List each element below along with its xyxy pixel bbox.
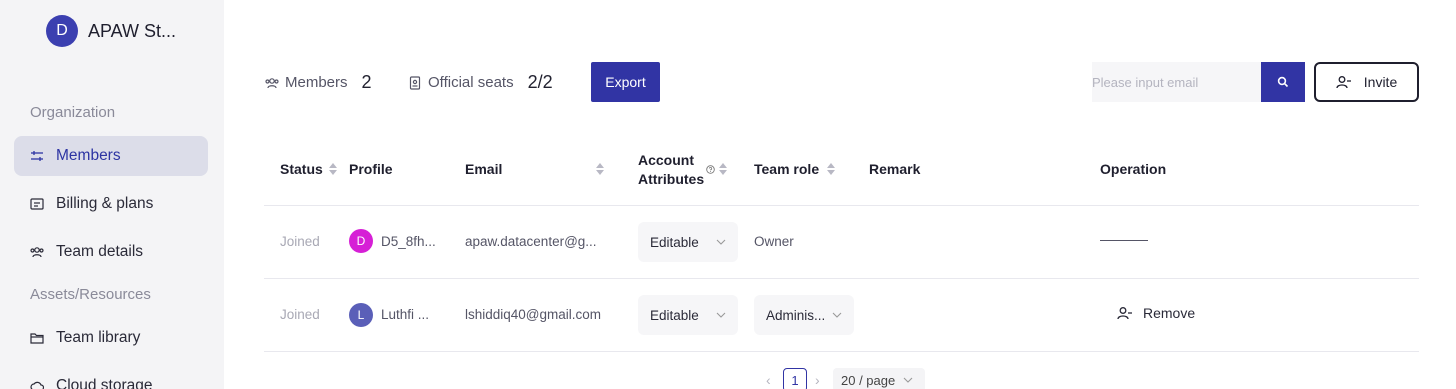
chevron-down-icon [716, 312, 726, 318]
sidebar-item-label: Members [56, 147, 121, 164]
email-cell: apaw.datacenter@g... [465, 234, 597, 249]
avatar: L [349, 303, 373, 327]
section-label-organization: Organization [30, 104, 116, 121]
team-role-cell: Owner [754, 234, 794, 249]
column-header-profile: Profile [349, 161, 393, 177]
sort-icon[interactable] [596, 163, 604, 175]
team-icon [30, 247, 44, 258]
search-button[interactable] [1261, 62, 1305, 102]
invite-label: Invite [1363, 74, 1398, 90]
sidebar: D APAW St... Organization Members Billin… [0, 0, 224, 389]
seats-stat: Official seats 2/2 [408, 72, 553, 93]
page-number-button[interactable]: 1 [783, 368, 807, 389]
chevron-down-icon [832, 312, 842, 318]
column-header-team-role[interactable]: Team role [754, 161, 819, 177]
column-header-label: Account [638, 152, 694, 168]
page-size-select[interactable]: 20 / page [833, 368, 925, 389]
column-header-label: Email [465, 161, 503, 177]
seats-value: 2/2 [527, 72, 553, 92]
column-header-label: Operation [1100, 161, 1167, 177]
profile-name: D5_8fh... [381, 234, 436, 249]
sidebar-item-team-details[interactable]: Team details [14, 232, 208, 272]
prev-page-button[interactable]: ‹ [766, 372, 771, 388]
organization-name: APAW St... [88, 20, 177, 41]
page-size-value: 20 / page [841, 372, 896, 388]
status-cell: Joined [280, 307, 320, 322]
sidebar-item-label: Team details [56, 243, 144, 260]
export-button[interactable]: Export [591, 62, 660, 102]
column-header-email[interactable]: Email [465, 161, 502, 177]
team-role-select[interactable]: Adminis... [754, 295, 854, 335]
sliders-icon [31, 151, 43, 161]
table-divider [264, 278, 1419, 279]
team-icon [265, 77, 279, 88]
sidebar-item-label: Billing & plans [56, 195, 154, 212]
remove-label: Remove [1143, 305, 1196, 321]
email-search-input[interactable] [1092, 62, 1261, 102]
remove-member-button[interactable]: Remove [1117, 305, 1195, 321]
organization-avatar: D [46, 15, 78, 47]
sidebar-item-billing[interactable]: Billing & plans [14, 184, 208, 224]
search-icon [1277, 76, 1289, 88]
invite-button[interactable]: Invite [1314, 62, 1419, 102]
sidebar-item-label: Team library [56, 329, 141, 346]
sort-icon[interactable] [827, 163, 835, 175]
receipt-icon [30, 198, 44, 210]
table-divider [264, 351, 1419, 352]
column-header-label: Team role [754, 161, 820, 177]
chevron-down-icon [903, 377, 913, 383]
sidebar-item-label: Cloud storage [56, 377, 153, 389]
next-page-button[interactable]: › [815, 372, 820, 388]
column-header-remark: Remark [869, 161, 920, 177]
email-cell: lshiddiq40@gmail.com [465, 307, 602, 322]
sidebar-item-team-library[interactable]: Team library [14, 318, 208, 358]
members-count: 2 [361, 72, 372, 92]
no-operation-dash [1100, 240, 1148, 241]
sort-icon[interactable] [719, 163, 727, 175]
account-attribute-select[interactable]: Editable [638, 222, 738, 262]
column-header-operation: Operation [1100, 161, 1166, 177]
section-label-assets: Assets/Resources [30, 286, 151, 303]
members-label: Members [285, 74, 348, 91]
account-attribute-select[interactable]: Editable [638, 295, 738, 335]
column-header-label: Profile [349, 161, 393, 177]
status-cell: Joined [280, 234, 320, 249]
column-header-status[interactable]: Status [280, 161, 337, 177]
profile-name: Luthfi ... [381, 307, 430, 322]
avatar: D [349, 229, 373, 253]
sort-icon[interactable] [328, 163, 337, 175]
organization-switcher[interactable]: D APAW St... [46, 15, 176, 47]
id-badge-icon [409, 75, 421, 90]
column-header-label: Status [280, 161, 323, 177]
folder-icon [30, 333, 44, 344]
select-value: Adminis... [766, 307, 826, 323]
column-header-account-attributes[interactable]: Account Attributes [638, 152, 704, 188]
seats-label: Official seats [428, 74, 514, 91]
chevron-down-icon [716, 239, 726, 245]
sidebar-item-cloud-storage[interactable]: Cloud storage [14, 366, 208, 389]
column-header-label: Remark [869, 161, 921, 177]
sidebar-item-members[interactable]: Members [14, 136, 208, 176]
table-divider [264, 205, 1419, 206]
help-icon[interactable] [706, 165, 715, 174]
members-stat: Members 2 [265, 72, 372, 93]
remove-user-icon [1117, 307, 1132, 320]
add-user-icon [1336, 76, 1351, 89]
cloud-icon [30, 381, 44, 389]
select-value: Editable [650, 234, 699, 250]
select-value: Editable [650, 307, 699, 323]
column-header-label: Attributes [638, 171, 705, 187]
